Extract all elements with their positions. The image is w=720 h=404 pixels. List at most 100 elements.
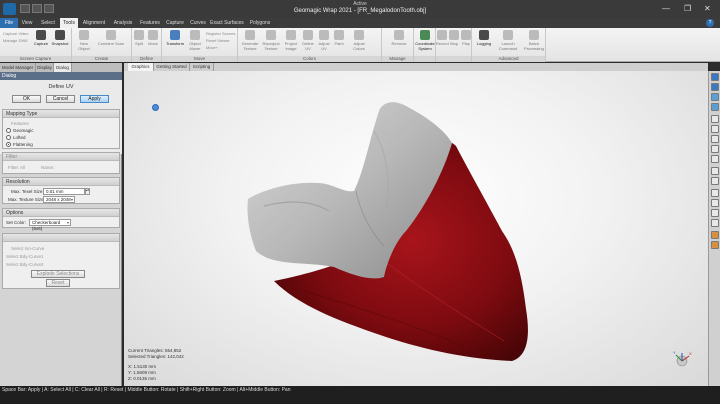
lighting-icon[interactable] [711,167,719,175]
texture-size-select[interactable]: 2048 x 2048 ▾ [43,196,75,203]
filter-header[interactable]: Filter [3,153,119,161]
tab-model-manager[interactable]: Model Manager [0,63,36,72]
select-bdy-curve1[interactable]: Select Bdy-Curve1 [6,254,44,259]
maximize-button[interactable]: ❐ [684,5,691,13]
shading-icon[interactable] [711,177,719,185]
tab-view[interactable]: View [18,18,36,28]
remove-button[interactable]: Remove [388,30,410,46]
view-toolbar [708,71,720,386]
resolution-section: Resolution Max. Texel Size: 0.01 mm ▴▾ M… [2,177,120,204]
reset-button[interactable]: Reset [46,279,70,287]
select-bdy-curve2[interactable]: Select Bdy-Curve2 [6,262,44,267]
texel-size-input[interactable]: 0.01 mm [43,188,85,195]
apply-button[interactable]: Apply [80,95,109,103]
object-mover-icon [190,30,200,40]
adjust-uv-button[interactable]: Adjust UV [316,30,332,51]
tab-file[interactable]: File [0,18,18,28]
paint-button[interactable]: Paint [332,30,346,46]
explode-selections-button[interactable]: Explode Selections [31,270,85,278]
filter-section: Filter Filter: All Name: [2,152,120,174]
select-brush-icon[interactable] [711,209,719,217]
group-colors: Generate Texture Reproject Texture Proje… [238,28,382,62]
section-icon[interactable] [711,155,719,163]
select-all-icon[interactable] [711,219,719,227]
tab-dialog[interactable]: Dialog [54,63,72,72]
reproject-texture-button[interactable]: Reproject Texture [260,30,282,51]
batch-processing-button[interactable]: Batch Processing [522,30,546,51]
pan-icon[interactable] [711,145,719,153]
view-top-icon[interactable] [711,93,719,101]
capture-button[interactable]: Capture [32,30,50,46]
record-icon [437,30,447,40]
view-back-icon[interactable] [711,83,719,91]
ribbon-tabs: File View Select Tools Alignment Analysi… [0,18,720,28]
coordinate-system-button[interactable]: Coordinate System [414,30,436,51]
split-button[interactable]: Split [133,30,145,46]
stop-button[interactable]: Stop [448,30,460,46]
transform-button[interactable]: Transform [164,30,186,46]
manage-dwk-button[interactable]: Manage DWK [3,38,28,43]
minimize-button[interactable]: — [662,5,670,13]
radio-flattening[interactable] [6,142,11,147]
help-icon[interactable]: ? [706,19,714,27]
tab-capture[interactable]: Capture [164,18,186,28]
fit-view-icon[interactable] [711,125,719,133]
ok-button[interactable]: OK [12,95,41,103]
move-plus-button[interactable]: Move+ [206,45,218,50]
view-front-icon[interactable] [711,73,719,81]
tab-tools[interactable]: Tools [60,18,78,28]
launch-icon [503,30,513,40]
tab-getting-started[interactable]: Getting Started [154,63,190,71]
filter-value[interactable]: All [20,165,25,170]
resolution-header[interactable]: Resolution [3,178,119,186]
texel-size-spinner[interactable]: ▴▾ [85,188,90,195]
record-button[interactable]: Record [436,30,449,46]
combine-scan-button[interactable]: Combine Scan [96,30,126,46]
cancel-button[interactable]: Cancel [46,95,75,103]
object-mover-button[interactable]: Object Mover [187,30,203,51]
snapshot-button[interactable]: Snapshot [51,30,69,46]
tab-scripting[interactable]: Scripting [190,63,214,71]
tooth-model[interactable]: Y X [124,71,708,386]
tab-exact-surfaces[interactable]: Exact Surfaces [210,18,244,28]
select-rect-icon[interactable] [711,189,719,197]
tab-analysis[interactable]: Analysis [110,18,136,28]
reset-viewer-button[interactable]: Reset Viewer [206,38,230,43]
generate-texture-button[interactable]: Generate Texture [240,30,260,51]
color-picker-icon[interactable] [711,231,719,239]
radio-lofted[interactable] [6,135,11,140]
move-button[interactable]: Move [146,30,160,46]
close-button[interactable]: ✕ [704,5,711,13]
options-header[interactable]: Options [3,209,119,217]
rotate-icon[interactable] [711,135,719,143]
mapping-type-header[interactable]: Mapping Type [3,110,119,118]
logging-button[interactable]: Logging [474,30,494,46]
new-object-button[interactable]: New Object [75,30,93,51]
tab-alignment[interactable]: Alignment [80,18,108,28]
zoom-icon[interactable] [711,115,719,123]
tab-display[interactable]: Display [36,63,54,72]
select-iso-curve[interactable]: Select Iso-Curve [11,246,44,251]
tab-graphics[interactable]: Graphics [128,63,154,71]
group-define: Split Move Define [132,28,162,62]
texture-toggle-icon[interactable] [711,241,719,249]
play-button[interactable]: Play [460,30,472,46]
view-bottom-icon[interactable] [711,103,719,111]
register-scenes-button[interactable]: Register Scenes [206,31,235,36]
radio-geomagic[interactable] [6,128,11,133]
group-screen-capture: Capture Video Manage DWK Capture Snapsho… [0,28,72,62]
adjust-colors-button[interactable]: Adjust Colors [348,30,370,51]
tab-curves[interactable]: Curves [188,18,208,28]
capture-video-button[interactable]: Capture Video [3,31,29,36]
stop-icon [449,30,459,40]
tab-features[interactable]: Features [138,18,162,28]
curves-header[interactable] [3,234,119,242]
set-color-select[interactable]: Checkerboard (6x6) ▾ [29,219,71,231]
tab-select[interactable]: Select [38,18,58,28]
define-uv-button[interactable]: Define UV [300,30,316,51]
select-lasso-icon[interactable] [711,199,719,207]
tab-polygons[interactable]: Polygons [246,18,274,28]
launch-command-button[interactable]: Launch Command [496,30,520,51]
project-image-button[interactable]: Project Image [282,30,300,51]
graphics-viewport[interactable]: Y X Current Triangles: 554,852 Selected … [124,71,708,386]
